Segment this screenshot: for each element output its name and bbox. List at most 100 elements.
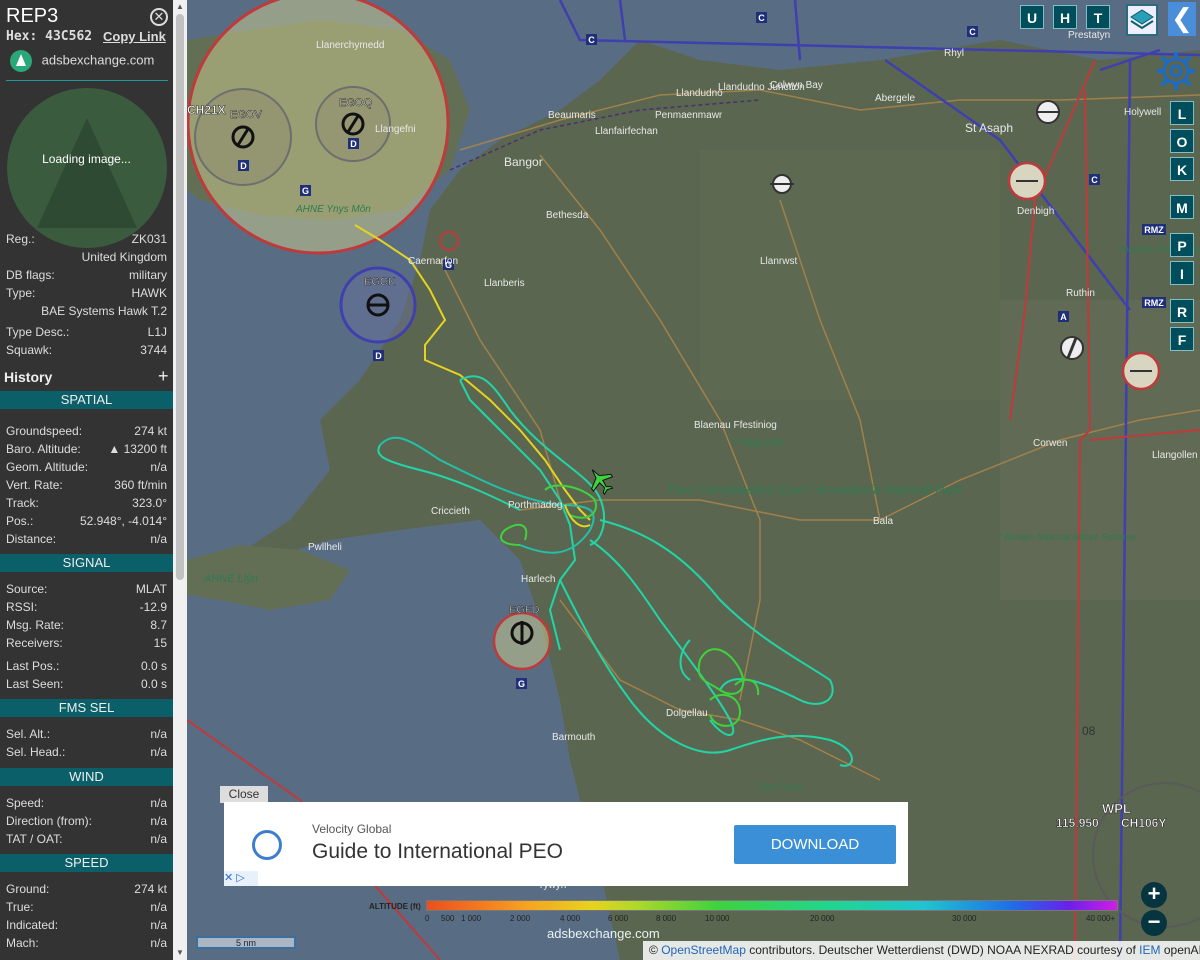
aircraft-photo[interactable] — [7, 88, 167, 248]
svg-text:G: G — [302, 186, 309, 196]
section-header-speed[interactable]: SPEED — [0, 854, 173, 872]
attribution-copyright: © — [649, 943, 658, 957]
svg-text:Llanrwst: Llanrwst — [760, 256, 797, 267]
svg-text:Harlech: Harlech — [521, 574, 555, 585]
field-value: 323.0° — [132, 496, 167, 510]
loading-text: Loading image... — [42, 152, 131, 166]
svg-text:C: C — [969, 27, 976, 37]
field-value: -12.9 — [139, 600, 167, 614]
detail-value: 3744 — [140, 343, 167, 357]
section-header-spatial[interactable]: SPATIAL — [0, 391, 173, 409]
field-value: 52.948°, -4.014° — [80, 514, 167, 528]
field-label: Last Seen: — [6, 677, 64, 691]
altitude-legend-label: ALTITUDE (ft) — [369, 902, 421, 911]
collapse-sidebar-button[interactable]: ❮ — [1168, 2, 1196, 36]
field-value: n/a — [150, 814, 167, 828]
aircraft-info-panel: REP3 ✕ Hex: 43C562 Copy Link adsbexchang… — [0, 0, 173, 960]
history-expand-icon[interactable]: + — [158, 366, 169, 387]
map-button-t[interactable]: T — [1086, 5, 1110, 29]
detail-value: military — [129, 268, 167, 282]
altitude-tick: 4 000 — [560, 914, 581, 923]
svg-text:115.950: 115.950 — [1056, 816, 1099, 830]
altitude-tick: 10 000 — [705, 914, 730, 923]
sidebar-scrollbar[interactable]: ▲ ▼ — [173, 0, 187, 960]
adsbexchange-link[interactable]: adsbexchange.com — [10, 50, 154, 72]
svg-text:EGFD: EGFD — [509, 604, 540, 616]
svg-text:Llanberis: Llanberis — [484, 278, 525, 289]
map-button-k[interactable]: K — [1170, 157, 1194, 181]
field-label: Msg. Rate: — [6, 618, 65, 632]
field-label: TAT / OAT: — [6, 832, 63, 846]
field-value: n/a — [150, 832, 167, 846]
map-button-o[interactable]: O — [1170, 129, 1194, 153]
scroll-up-icon[interactable]: ▲ — [176, 2, 184, 11]
field-value: 0.0 s — [140, 677, 167, 691]
field-label: Pos.: — [6, 514, 34, 528]
field-label: Distance: — [6, 532, 57, 546]
field-label: Track: — [6, 496, 39, 510]
field-label: Geom. Altitude: — [6, 460, 89, 474]
field-label: Indicated: — [6, 918, 59, 932]
svg-text:AHNE Ynys Môn: AHNE Ynys Môn — [295, 204, 371, 215]
detail-key: Reg.: — [6, 232, 35, 246]
ad-download-button[interactable]: DOWNLOAD — [734, 825, 896, 864]
ad-banner[interactable]: Velocity Global Guide to International P… — [224, 802, 908, 886]
altitude-tick: 6 000 — [608, 914, 629, 923]
section-header-signal[interactable]: SIGNAL — [0, 554, 173, 572]
field-value: n/a — [150, 727, 167, 741]
copy-link[interactable]: Copy Link — [103, 29, 166, 44]
svg-text:EGCK: EGCK — [364, 276, 396, 288]
settings-gear-icon[interactable] — [1155, 50, 1197, 92]
altitude-tick: 1 000 — [461, 914, 482, 923]
field-label: Last Pos.: — [6, 659, 60, 673]
field-label: Mach: — [6, 936, 39, 950]
map-button-h[interactable]: H — [1053, 5, 1077, 29]
scrollbar-thumb[interactable] — [176, 14, 184, 580]
hex-label: Hex: — [6, 29, 38, 44]
field-label: Source: — [6, 582, 48, 596]
iem-link[interactable]: IEM — [1139, 943, 1160, 957]
history-label[interactable]: History — [4, 369, 52, 385]
altitude-tick: 20 000 — [810, 914, 835, 923]
map-button-i[interactable]: I — [1170, 261, 1194, 285]
map-button-f[interactable]: F — [1170, 327, 1194, 351]
scroll-down-icon[interactable]: ▼ — [176, 948, 184, 957]
ad-close-button[interactable]: Close — [220, 786, 268, 803]
map-button-r[interactable]: R — [1170, 299, 1194, 323]
map-button-l[interactable]: L — [1170, 101, 1194, 125]
svg-text:Rhyl: Rhyl — [944, 48, 964, 59]
svg-text:Llanfairfechan: Llanfairfechan — [595, 126, 658, 137]
detail-key: DB flags: — [6, 268, 55, 282]
map-button-m[interactable]: M — [1170, 195, 1194, 219]
adsbexchange-watermark: adsbexchange.com — [547, 926, 660, 941]
svg-text:Penmaenmawr: Penmaenmawr — [655, 110, 723, 121]
field-label: True: — [6, 900, 34, 914]
svg-text:Abergele: Abergele — [875, 93, 915, 104]
map-button-p[interactable]: P — [1170, 233, 1194, 257]
map-attribution: © OpenStreetMap contributors. Deutscher … — [643, 941, 1200, 960]
hex-row: Hex: 43C562 — [6, 29, 92, 44]
section-header-fms[interactable]: FMS SEL — [0, 699, 173, 717]
svg-text:St Asaph: St Asaph — [965, 121, 1013, 135]
svg-text:EGOQ: EGOQ — [339, 97, 372, 109]
field-value: 8.7 — [150, 618, 167, 632]
layers-button[interactable] — [1126, 4, 1158, 36]
zoom-out-button[interactable]: − — [1141, 910, 1167, 936]
field-label: Baro. Altitude: — [6, 442, 81, 456]
altitude-tick: 40 000+ — [1086, 914, 1116, 923]
close-icon[interactable]: ✕ — [150, 8, 168, 26]
svg-text:Criccieth: Criccieth — [431, 506, 470, 517]
altitude-tick: 8 000 — [656, 914, 677, 923]
svg-text:Prestatyn: Prestatyn — [1068, 30, 1110, 41]
svg-text:Colwyn Bay: Colwyn Bay — [770, 80, 823, 91]
adchoices-icon[interactable]: ✕ ▷ — [224, 871, 258, 886]
zoom-in-button[interactable]: + — [1141, 882, 1167, 908]
section-header-wind[interactable]: WIND — [0, 768, 173, 786]
osm-link[interactable]: OpenStreetMap — [661, 943, 746, 957]
velocity-global-logo-icon — [252, 830, 282, 860]
map-button-u[interactable]: U — [1020, 5, 1044, 29]
svg-text:Beaumaris: Beaumaris — [548, 110, 596, 121]
svg-text:Y Berwyn National Nature Reser: Y Berwyn National Nature Reserve — [996, 532, 1135, 542]
svg-text:A: A — [1060, 312, 1067, 322]
field-value: 274 kt — [134, 424, 167, 438]
